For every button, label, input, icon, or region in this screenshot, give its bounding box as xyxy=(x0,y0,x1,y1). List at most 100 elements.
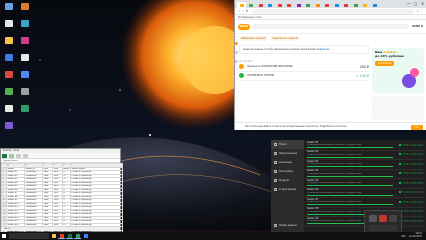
maximize-button[interactable]: ▢ xyxy=(412,0,419,7)
promo-card-secondary[interactable] xyxy=(372,96,424,120)
browser-tab[interactable] xyxy=(285,2,294,8)
browser-tab[interactable] xyxy=(313,2,322,8)
taskbar-app[interactable] xyxy=(66,233,73,239)
sheet-tab[interactable]: Лист1 xyxy=(1,227,120,231)
taskbar-app[interactable] xyxy=(58,233,65,239)
desktop-shortcut[interactable] xyxy=(2,71,15,79)
heart-icon[interactable] xyxy=(235,60,238,63)
download-item[interactable]: Seeker #3 D:\Загрузки\Обновления\2021\See… xyxy=(305,160,425,170)
desktop-shortcut[interactable] xyxy=(2,122,15,130)
download-status: Готово к просмотру xyxy=(398,210,423,213)
download-item[interactable]: Seeker #1 D:\Загрузки\Обновления\2021\See… xyxy=(305,141,425,151)
browser-tab[interactable] xyxy=(275,2,284,8)
download-status: Готово к просмотру xyxy=(398,153,423,156)
transaction-icon xyxy=(239,73,244,79)
share-chip[interactable]: Поделиться ссылкой xyxy=(270,36,300,41)
favicon-icon xyxy=(268,3,272,7)
browser-tab[interactable] xyxy=(351,2,360,8)
site-search-input[interactable] xyxy=(253,24,410,29)
desktop-shortcut[interactable] xyxy=(18,71,31,79)
desktop-shortcut[interactable] xyxy=(2,3,15,11)
transaction-row[interactable]: Перевод из ЛОКОМОТИВ АВТОЗАВОД 200 ₽ xyxy=(239,63,369,72)
window-controls: — ▢ ✕ xyxy=(405,0,426,8)
browser-tab[interactable] xyxy=(361,2,370,8)
app-icon xyxy=(4,88,13,95)
desktop-shortcut[interactable] xyxy=(18,88,31,96)
download-item[interactable]: Seeker #2 D:\Загрузки\Обновления\2021\See… xyxy=(305,150,425,160)
desktop-shortcut[interactable] xyxy=(18,20,31,28)
browser-window: — ▢ ✕ ‹ › ↻ ☆ ⋮ Вставленные счета OZON D… xyxy=(234,0,426,130)
browser-tab[interactable] xyxy=(294,2,303,8)
font-icon[interactable] xyxy=(15,154,21,158)
cookie-accept-button[interactable]: ОК xyxy=(411,124,423,130)
desktop-shortcut[interactable] xyxy=(2,37,15,45)
favicon-icon xyxy=(353,3,358,7)
promo-button[interactable]: Подробнее xyxy=(375,61,395,66)
desktop-shortcut[interactable] xyxy=(18,54,31,62)
favicon-icon xyxy=(363,3,367,7)
favicon-icon xyxy=(296,3,301,7)
desktop-shortcut[interactable] xyxy=(2,20,15,28)
start-button[interactable] xyxy=(0,232,8,240)
close-button[interactable]: ✕ xyxy=(419,0,426,7)
taskbar-search[interactable] xyxy=(9,233,49,239)
taskbar-app[interactable] xyxy=(74,233,81,239)
desktop-shortcut[interactable] xyxy=(2,105,15,113)
menu-icon[interactable]: ⋮ xyxy=(420,9,424,13)
browser-tab[interactable] xyxy=(237,2,246,8)
notification-popup[interactable] xyxy=(364,210,402,234)
browser-tab[interactable] xyxy=(304,2,313,8)
desktop-shortcut[interactable] xyxy=(18,37,31,45)
taskbar-app[interactable] xyxy=(82,233,89,239)
align-icon[interactable] xyxy=(22,154,28,158)
new-task-button[interactable]: Новая задача xyxy=(271,221,304,230)
download-item[interactable]: Seeker #7 D:\Загрузки\Обновления\2021\See… xyxy=(305,198,425,208)
transaction-row[interactable]: ОТПРАВЛЕНО ПЛАТЕЖ + 150 ₽ xyxy=(239,72,369,81)
browser-tab[interactable] xyxy=(323,2,332,8)
progress-fill xyxy=(307,204,393,206)
desktop-shortcut[interactable] xyxy=(18,105,31,113)
home-icon[interactable] xyxy=(235,42,238,45)
promo-card[interactable]: Ваш кэшбэк до 20% рублями Подробнее xyxy=(372,48,424,93)
browser-tab[interactable] xyxy=(332,2,341,8)
menu-item[interactable]: Активные xyxy=(271,158,304,167)
save-icon[interactable] xyxy=(2,154,7,158)
chrome-icon xyxy=(59,233,64,238)
taskbar-app[interactable] xyxy=(50,233,57,239)
download-item[interactable]: Seeker #6 D:\Загрузки\Обновления\2021\See… xyxy=(305,188,425,198)
cart-icon[interactable] xyxy=(235,51,238,54)
checkmark-icon xyxy=(398,143,402,146)
browser-tab[interactable] xyxy=(247,2,256,8)
minimize-button[interactable]: — xyxy=(405,0,412,7)
menu-item[interactable]: Загруженные xyxy=(271,149,304,158)
menu-item[interactable]: О программе xyxy=(271,185,304,194)
search-icon xyxy=(274,143,277,146)
desktop-shortcut[interactable] xyxy=(2,88,15,96)
transaction-title: Перевод из ЛОКОМОТИВ АВТОЗАВОД xyxy=(247,65,293,69)
address-bar[interactable] xyxy=(251,8,414,14)
favicon-icon xyxy=(249,3,253,7)
download-item[interactable]: Seeker #4 D:\Загрузки\Обновления\2021\See… xyxy=(305,169,425,179)
download-item[interactable]: Seeker #5 D:\Загрузки\Обновления\2021\See… xyxy=(305,179,425,189)
undo-icon[interactable] xyxy=(8,154,14,158)
browser-tab[interactable] xyxy=(256,2,265,8)
site-logo[interactable]: OZON xyxy=(238,23,250,30)
desktop-shortcut[interactable] xyxy=(18,3,31,11)
menu-item[interactable]: Настройки xyxy=(271,167,304,176)
browser-tab[interactable] xyxy=(266,2,275,8)
browser-tab[interactable] xyxy=(342,2,351,8)
toolbar: ‹ › ↻ ☆ ⋮ xyxy=(235,8,426,15)
desktop-shortcut[interactable] xyxy=(2,54,15,62)
favicon-icon xyxy=(258,3,263,7)
favorites-chip[interactable]: Избранные покупки xyxy=(239,36,268,41)
menu-item[interactable]: Поиск xyxy=(271,140,304,149)
menu-item[interactable]: Модули xyxy=(271,176,304,185)
progress-fill xyxy=(307,194,393,196)
cookie-banner: Мы используем файлы cookie и рекомендате… xyxy=(235,122,426,130)
clock[interactable]: 10:21 21.04.2021 xyxy=(406,232,426,239)
reload-icon[interactable]: ↻ xyxy=(245,9,249,13)
browser-tab[interactable] xyxy=(370,2,379,8)
site-sidebar xyxy=(235,36,238,126)
download-status: Готово к просмотру xyxy=(398,200,423,203)
info-link[interactable]: Подробнее xyxy=(317,48,330,51)
